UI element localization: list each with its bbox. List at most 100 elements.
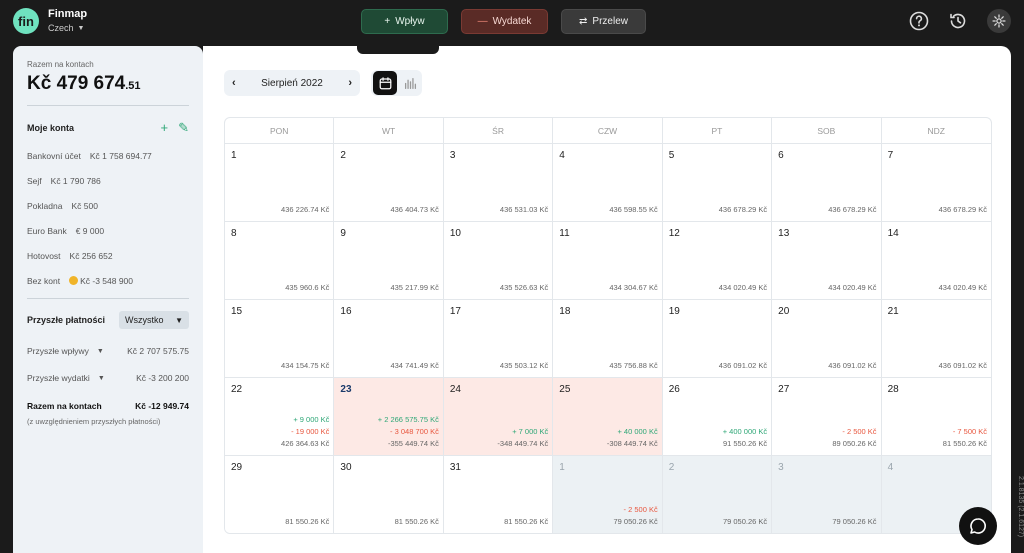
day-amounts: 79 050.26 Kč [723,516,767,528]
calendar-day-cell[interactable]: 25 + 40 000 Kč -308 449.74 Kč [553,377,663,455]
day-amounts: 435 526.63 Kč [500,282,548,294]
day-amounts: - 2 500 Kč 79 050.26 Kč [614,504,658,528]
calendar-day-cell[interactable]: 18 435 756.88 Kč [553,299,663,377]
day-amounts: + 40 000 Kč -308 449.74 Kč [607,426,658,450]
weekday-label: NDZ [927,125,946,136]
calendar-day-cell[interactable]: 1 436 226.74 Kč [225,143,335,221]
add-income-button[interactable]: + Wpływ [361,9,448,34]
calendar-day-cell[interactable]: 13 434 020.49 Kč [772,221,882,299]
calendar-day-cell[interactable]: 30 81 550.26 Kč [334,455,444,533]
day-balance: 81 550.26 Kč [504,517,549,526]
account-value: Kč -3 548 900 [80,276,134,286]
calendar-day-cell[interactable]: 26 + 400 000 Kč 91 550.26 Kč [662,377,773,455]
day-number: 5 [668,150,675,161]
calendar-day-cell[interactable]: 27 - 2 500 Kč 89 050.26 Kč [772,377,882,455]
day-balance: 436 091.02 Kč [718,361,768,370]
day-amounts: 436 091.02 Kč [719,360,767,372]
weekday-label: ŚR [444,118,554,143]
calendar-day-cell[interactable]: 4 436 598.55 Kč [553,143,663,221]
day-amounts: 435 503.12 Kč [500,360,548,372]
calendar-day-cell[interactable]: 11 434 304.67 Kč [553,221,663,299]
sidebar: Razem na kontach Kč 479 674.51 Moje kont… [13,46,203,553]
account-name: Sejf [27,176,42,186]
future-filter-select[interactable]: Wszystko ▼ [119,311,189,329]
calendar-day-cell[interactable]: 24 + 7 000 Kč -348 449.74 Kč [443,377,554,455]
future-expense-value: Kč -3 200 200 [136,373,189,383]
workspace-selector[interactable]: Czech ▼ [48,23,84,33]
calendar-view-icon[interactable] [373,71,397,95]
day-balance: 436 091.02 Kč [828,361,877,370]
future-income-row[interactable]: Przyszłe wpływy ▼ Kč 2 707 575.75 [27,346,189,356]
day-amounts: 436 091.02 Kč [828,360,876,372]
calendar-day-cell[interactable]: 9 435 217.99 Kč [334,221,444,299]
calendar-day-cell[interactable]: 22 + 9 000 Kč - 19 000 Kč 426 364.63 Kč [225,377,335,455]
day-balance: 436 678.29 Kč [718,205,768,214]
calendar-day-cell[interactable]: 1 - 2 500 Kč 79 050.26 Kč [553,455,663,533]
calendar-day-cell[interactable]: 2 79 050.26 Kč [662,455,773,533]
account-item[interactable]: Bankovní účet Kč 1 758 694.77 [27,151,189,161]
add-transfer-button[interactable]: ⇄ Przelew [561,9,646,34]
future-expense-row[interactable]: Przyszłe wydatki ▼ Kč -3 200 200 [27,373,189,383]
day-number: 21 [887,306,899,317]
calendar-day-cell[interactable]: 19 436 091.02 Kč [662,299,773,377]
calendar-day-cell[interactable]: 3 79 050.26 Kč [772,455,882,533]
calendar-day-cell[interactable]: 28 - 7 500 Kč 81 550.26 Kč [881,377,991,455]
calendar-day-cell[interactable]: 10 435 526.63 Kč [443,221,554,299]
calendar-day-cell[interactable]: 14 434 020.49 Kč [881,221,991,299]
day-number: 3 [449,150,456,161]
calendar-day-cell[interactable]: 3 436 531.03 Kč [443,143,554,221]
divider [27,105,189,106]
account-item[interactable]: Euro Bank € 9 000 [27,226,189,236]
chevron-right-icon[interactable]: › [348,77,352,89]
account-item[interactable]: Pokladna Kč 500 [27,201,189,211]
day-amounts: 435 217.99 Kč [390,282,438,294]
calendar-day-cell[interactable]: 12 434 020.49 Kč [662,221,773,299]
total-balance-cents: .51 [125,80,141,92]
day-number: 2 [668,462,675,473]
day-number: 7 [887,150,894,161]
edit-pencil-icon[interactable]: ✎ [178,120,189,136]
add-account-icon[interactable]: + [161,120,169,136]
calendar-day-cell[interactable]: 20 436 091.02 Kč [772,299,882,377]
account-item[interactable]: Bez kont Kč -3 548 900 [27,276,189,286]
chevron-left-icon[interactable]: ‹ [232,77,236,89]
calendar-day-cell[interactable]: 16 434 741.49 Kč [334,299,444,377]
account-item[interactable]: Hotovost Kč 256 652 [27,251,189,261]
gear-icon[interactable] [987,9,1011,33]
add-expense-button[interactable]: — Wydatek [461,9,548,34]
account-item[interactable]: Sejf Kč 1 790 786 [27,176,189,186]
calendar-day-cell[interactable]: 23 + 2 266 575.75 Kč - 3 048 700 Kč -355 44… [334,377,444,455]
weekday-label: PT [663,118,773,143]
calendar-day-cell[interactable]: 7 436 678.29 Kč [881,143,991,221]
bar-chart-view-icon[interactable] [400,73,420,93]
day-amounts: - 2 500 Kč 89 050.26 Kč [832,426,876,450]
calendar-day-cell[interactable]: 5 436 678.29 Kč [662,143,773,221]
projected-total-value: Kč -12 949.74 [135,401,189,411]
day-amounts: 436 598.55 Kč [609,204,657,216]
logo[interactable]: fin [13,8,39,34]
calendar-day-cell[interactable]: 6 436 678.29 Kč [772,143,882,221]
day-balance: 91 550.26 Kč [722,439,768,448]
calendar-day-cell[interactable]: 29 81 550.26 Kč [225,455,335,533]
coin-icon [69,276,79,285]
day-amounts: - 7 500 Kč 81 550.26 Kč [943,426,987,450]
calendar-day-cell[interactable]: 2 436 404.73 Kč [334,143,444,221]
calendar-day-cell[interactable]: 17 435 503.12 Kč [443,299,554,377]
day-balance: 435 217.99 Kč [390,283,439,292]
calendar-day-cell[interactable]: 8 435 960.6 Kč [225,221,335,299]
day-balance: 434 020.49 Kč [938,283,987,292]
history-icon[interactable] [948,11,968,31]
chat-bubble-icon[interactable] [959,507,997,545]
day-number: 13 [778,228,790,239]
calendar-day-cell[interactable]: 31 81 550.26 Kč [443,455,554,533]
active-tab-indicator [357,46,439,54]
calendar-day-cell[interactable]: 21 436 091.02 Kč [881,299,991,377]
day-number: 4 [559,150,565,161]
calendar-day-cell[interactable]: 15 434 154.75 Kč [225,299,335,377]
day-number: 17 [449,306,461,317]
day-amounts: 435 960.6 Kč [285,282,329,294]
day-balance: 435 526.63 Kč [499,283,549,292]
day-balance: 436 678.29 Kč [828,205,877,214]
accounts-title: Moje konta [27,123,75,133]
help-icon[interactable] [909,11,929,31]
